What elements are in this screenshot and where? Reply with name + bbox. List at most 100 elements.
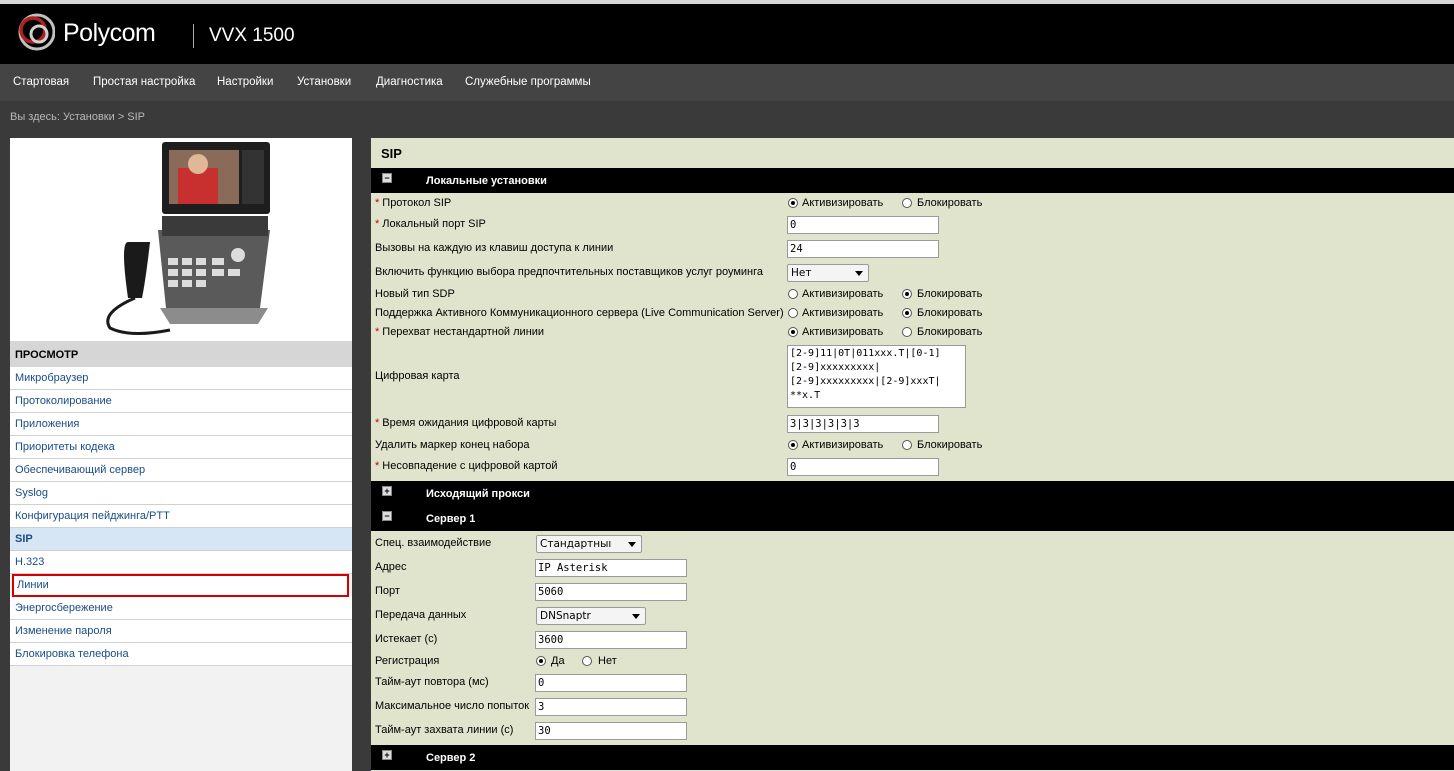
vvx-phone-icon — [106, 142, 270, 335]
remove-eod-label: Удалить маркер конец набора — [375, 439, 530, 451]
lcs-enable-radio[interactable] — [788, 308, 798, 318]
sidebar-item-change-password[interactable]: Изменение пароля — [10, 620, 352, 643]
remove-eod-disable-radio[interactable] — [902, 440, 912, 450]
sidebar-item-lines[interactable]: Линии — [12, 574, 349, 597]
radio-label: Активизировать — [802, 197, 884, 209]
sidebar-item-codec-priorities[interactable]: Приоритеты кодека — [10, 436, 352, 459]
port-input[interactable]: 5060 — [535, 583, 687, 601]
header-divider — [193, 24, 194, 48]
intercept-enable-radio[interactable] — [788, 327, 798, 337]
chevron-down-icon — [855, 271, 863, 276]
sip-protocol-disable-radio[interactable] — [902, 198, 912, 208]
main-panel: SIP − Локальные установки * Протокол SIP … — [371, 138, 1454, 771]
local-port-label: * Локальный порт SIP — [375, 218, 486, 230]
calls-per-key-input[interactable]: 24 — [787, 240, 939, 258]
device-model: VVX 1500 — [209, 25, 295, 46]
nav-simple-setup[interactable]: Простая настройка — [93, 76, 195, 88]
expires-label: Истекает (с) — [375, 633, 438, 645]
lcs-label: Поддержка Активного Коммуникационного се… — [375, 307, 784, 319]
special-interop-select[interactable]: Стандартныı — [536, 535, 642, 553]
radio-label: Активизировать — [802, 288, 884, 300]
phone-image — [10, 138, 352, 342]
new-sdp-enable-radio[interactable] — [788, 289, 798, 299]
digitmap-timeout-label: * Время ожидания цифровой карты — [375, 417, 557, 429]
chevron-down-icon — [628, 542, 636, 547]
mismatch-label: * Несовпадение с цифровой картой — [375, 460, 558, 472]
expires-input[interactable]: 3600 — [535, 631, 687, 649]
remove-eod-enable-radio[interactable] — [788, 440, 798, 450]
section-label: Сервер 2 — [426, 752, 476, 764]
radio-label: Да — [551, 655, 565, 667]
radio-label: Активизировать — [802, 326, 884, 338]
sidebar-item-power-saving[interactable]: Энергосбережение — [10, 597, 352, 620]
page-title: SIP — [381, 146, 402, 161]
radio-label: Блокировать — [917, 197, 983, 209]
port-label: Порт — [375, 585, 400, 597]
transport-select[interactable]: DNSnaptr — [536, 607, 646, 625]
expand-icon[interactable]: + — [382, 486, 392, 496]
section-local-settings: − Локальные установки — [371, 168, 1454, 193]
register-label: Регистрация — [375, 655, 440, 667]
intercept-label: * Перехват нестандартной линии — [375, 326, 545, 338]
sidebar-item-provisioning-server[interactable]: Обеспечивающий сервер — [10, 459, 352, 482]
mismatch-input[interactable]: 0 — [787, 458, 939, 476]
sidebar-item-applications[interactable]: Приложения — [10, 413, 352, 436]
header-bar: Polycom VVX 1500 — [0, 4, 1454, 64]
new-sdp-label: Новый тип SDP — [375, 288, 455, 300]
breadcrumb: Вы здесь: Установки > SIP — [10, 111, 146, 123]
max-retries-input[interactable]: 3 — [535, 698, 687, 716]
radio-label: Активизировать — [802, 439, 884, 451]
sidebar-heading: ПРОСМОТР — [10, 341, 352, 368]
line-seize-input[interactable]: 30 — [535, 722, 687, 740]
collapse-icon[interactable]: − — [382, 511, 392, 521]
nav-utilities[interactable]: Служебные программы — [465, 76, 591, 88]
radio-label: Активизировать — [802, 307, 884, 319]
section-outbound-proxy: + Исходящий прокси — [371, 481, 1454, 506]
local-port-input[interactable]: 0 — [787, 216, 939, 234]
sidebar-item-h323[interactable]: H.323 — [10, 551, 352, 574]
digitmap-timeout-input[interactable]: 3|3|3|3|3|3 — [787, 415, 939, 433]
address-label: Адрес — [375, 561, 407, 573]
nav-home[interactable]: Стартовая — [13, 76, 69, 88]
calls-per-key-label: Вызовы на каждую из клавиш доступа к лин… — [375, 242, 614, 254]
radio-label: Блокировать — [917, 288, 983, 300]
section-server-1: − Сервер 1 — [371, 506, 1454, 531]
sidebar-item-sip[interactable]: SIP — [10, 528, 352, 551]
line-seize-label: Тайм-аут захвата линии (с) — [375, 724, 514, 736]
max-retries-label: Максимальное число попыток — [375, 700, 530, 712]
sidebar-item-microbrowser[interactable]: Микробраузер — [10, 367, 352, 390]
special-interop-label: Спец. взаимодействие — [375, 537, 492, 549]
transport-label: Передача данных — [375, 609, 467, 621]
intercept-disable-radio[interactable] — [902, 327, 912, 337]
roaming-label: Включить функцию выбора предпочтительных… — [375, 266, 764, 278]
digitmap-textarea[interactable]: [2-9]11|0T|011xxx.T|[0-1] [2-9]xxxxxxxxx… — [787, 345, 966, 408]
brand-name: Polycom — [63, 19, 156, 47]
section-server-2: + Сервер 2 — [371, 745, 1454, 770]
roaming-select[interactable]: Нет — [787, 264, 869, 282]
sidebar-item-phone-lock[interactable]: Блокировка телефона — [10, 643, 352, 666]
section-label: Исходящий прокси — [426, 488, 530, 500]
radio-label: Блокировать — [917, 307, 983, 319]
sidebar-item-logging[interactable]: Протоколирование — [10, 390, 352, 413]
register-yes-radio[interactable] — [536, 656, 546, 666]
sip-protocol-enable-radio[interactable] — [788, 198, 798, 208]
expand-icon[interactable]: + — [382, 750, 392, 760]
main-nav: Стартовая Простая настройка Настройки Ус… — [0, 64, 1454, 101]
sidebar-item-syslog[interactable]: Syslog — [10, 482, 352, 505]
radio-label: Блокировать — [917, 439, 983, 451]
register-no-radio[interactable] — [582, 656, 592, 666]
new-sdp-disable-radio[interactable] — [902, 289, 912, 299]
lcs-disable-radio[interactable] — [902, 308, 912, 318]
chevron-down-icon — [632, 614, 640, 619]
nav-settings[interactable]: Установки — [297, 76, 351, 88]
digitmap-label: Цифровая карта — [375, 370, 460, 382]
section-label: Сервер 1 — [426, 513, 476, 525]
retry-timeout-label: Тайм-аут повтора (мс) — [375, 676, 489, 688]
section-label: Локальные установки — [426, 175, 547, 187]
address-input[interactable]: IP Asterisk — [535, 559, 687, 577]
nav-preferences[interactable]: Настройки — [217, 76, 273, 88]
retry-timeout-input[interactable]: 0 — [535, 674, 687, 692]
nav-diagnostics[interactable]: Диагностика — [376, 76, 443, 88]
sidebar-item-paging-ptt[interactable]: Конфигурация пейджинга/PTT — [10, 505, 352, 528]
collapse-icon[interactable]: − — [382, 173, 392, 183]
